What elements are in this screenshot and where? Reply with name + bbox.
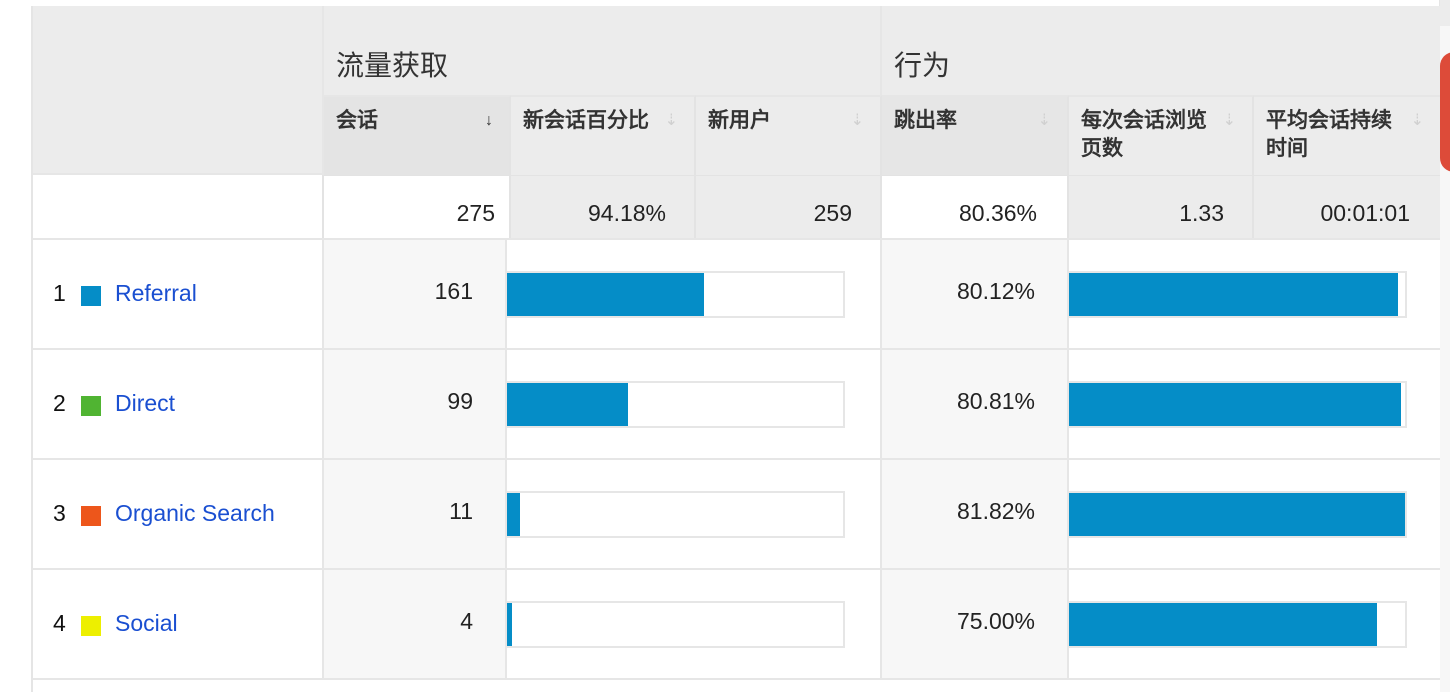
sort-arrow-icon[interactable]: ⇣ <box>851 107 864 135</box>
row-index: 3 <box>53 500 66 526</box>
bounce-rate-bar <box>1069 603 1377 646</box>
sessions-bar-track <box>507 381 845 428</box>
sessions-bar <box>507 273 704 316</box>
bounce-bar-track <box>1069 491 1407 538</box>
column-header-sessions[interactable]: 会话 ↓ <box>324 95 511 175</box>
channel-link[interactable]: Direct <box>115 390 175 417</box>
total-avg-session-duration: 00:01:01 <box>1254 175 1440 238</box>
group-header-acquisition: 流量获取 <box>324 6 882 95</box>
channel-link[interactable]: Organic Search <box>115 500 275 527</box>
sessions-value: 11 <box>324 458 507 568</box>
column-label: 平均会话持续时间 <box>1266 109 1392 160</box>
row-index: 1 <box>53 280 66 306</box>
table-row: 4 Social <box>33 568 324 678</box>
dimension-header <box>33 6 324 175</box>
column-label: 每次会话浏览页数 <box>1081 109 1207 160</box>
sessions-bar-track <box>507 271 845 318</box>
bounce-bar-track <box>1069 271 1407 318</box>
column-header-pct-new-sessions[interactable]: 新会话百分比 ⇣ <box>511 95 696 175</box>
table-row: 3 Organic Search <box>33 458 324 568</box>
total-pct-new-sessions: 94.18% <box>511 175 696 238</box>
row-index: 4 <box>53 610 66 636</box>
table-row: 1 Referral <box>33 238 324 348</box>
column-header-new-users[interactable]: 新用户 ⇣ <box>696 95 882 175</box>
sort-arrow-icon[interactable]: ⇣ <box>1038 107 1051 135</box>
total-sessions: 275 <box>324 175 511 238</box>
total-pages-per-session: 1.33 <box>1069 175 1254 238</box>
sessions-bar-cell <box>507 568 882 678</box>
sessions-bar <box>507 493 520 536</box>
column-label: 跳出率 <box>894 109 957 132</box>
sessions-value: 161 <box>324 238 507 348</box>
channel-link[interactable]: Referral <box>115 280 197 307</box>
channel-color-swatch <box>81 286 101 306</box>
channel-link[interactable]: Social <box>115 610 178 637</box>
channel-color-swatch <box>81 506 101 526</box>
sessions-value: 99 <box>324 348 507 458</box>
group-header-behavior: 行为 <box>882 6 1440 95</box>
column-label: 新会话百分比 <box>523 109 649 132</box>
total-new-users: 259 <box>696 175 882 238</box>
sort-arrow-icon[interactable]: ↓ <box>485 107 493 135</box>
column-header-bounce-rate[interactable]: 跳出率 ⇣ <box>882 95 1069 175</box>
table-footer <box>33 678 1440 692</box>
bounce-rate-value: 80.12% <box>882 238 1069 348</box>
bounce-rate-value: 75.00% <box>882 568 1069 678</box>
column-header-pages-per-session[interactable]: 每次会话浏览页数 ⇣ <box>1069 95 1254 175</box>
sessions-bar-cell <box>507 238 882 348</box>
sessions-bar <box>507 603 512 646</box>
total-bounce-rate: 80.36% <box>882 175 1069 238</box>
bounce-bar-cell <box>1069 568 1440 678</box>
table-row: 2 Direct <box>33 348 324 458</box>
channels-table: 流量获取 行为 会话 ↓ 新会话百分比 ⇣ 新用户 ⇣ 跳出率 ⇣ 每次会话浏览… <box>31 6 1440 692</box>
totals-label <box>33 175 324 238</box>
sessions-value: 4 <box>324 568 507 678</box>
sessions-bar-track <box>507 491 845 538</box>
column-label: 会话 <box>336 109 378 132</box>
sessions-bar <box>507 383 628 426</box>
bounce-rate-bar <box>1069 273 1398 316</box>
channel-color-swatch <box>81 616 101 636</box>
sort-arrow-icon[interactable]: ⇣ <box>665 107 678 135</box>
bounce-bar-track <box>1069 381 1407 428</box>
bounce-rate-value: 81.82% <box>882 458 1069 568</box>
sessions-bar-cell <box>507 348 882 458</box>
row-index: 2 <box>53 390 66 416</box>
bounce-bar-cell <box>1069 238 1440 348</box>
bounce-rate-bar <box>1069 493 1405 536</box>
sort-arrow-icon[interactable]: ⇣ <box>1411 107 1424 135</box>
bounce-bar-cell <box>1069 458 1440 568</box>
bounce-rate-value: 80.81% <box>882 348 1069 458</box>
bounce-rate-bar <box>1069 383 1401 426</box>
channel-color-swatch <box>81 396 101 416</box>
sessions-bar-track <box>507 601 845 648</box>
column-header-avg-session-duration[interactable]: 平均会话持续时间 ⇣ <box>1254 95 1440 175</box>
feedback-tab[interactable] <box>1440 52 1450 172</box>
sessions-bar-cell <box>507 458 882 568</box>
column-label: 新用户 <box>708 109 771 132</box>
bounce-bar-cell <box>1069 348 1440 458</box>
sort-arrow-icon[interactable]: ⇣ <box>1223 107 1236 135</box>
bounce-bar-track <box>1069 601 1407 648</box>
